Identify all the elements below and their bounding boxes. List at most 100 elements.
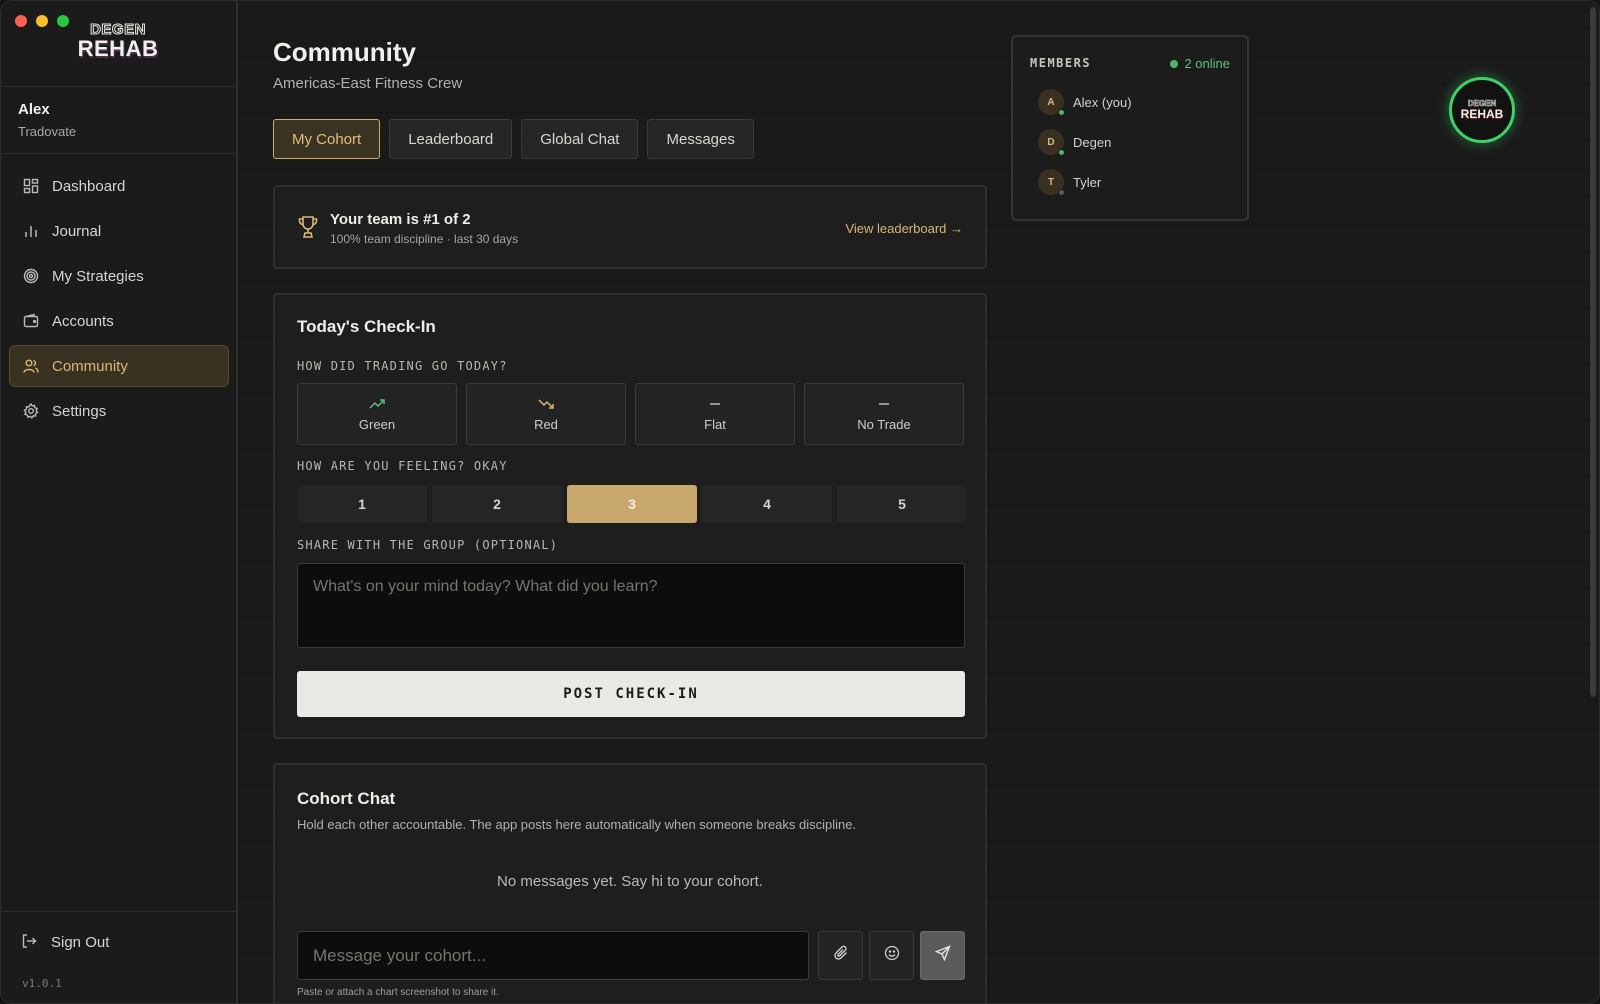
close-window-button[interactable]	[15, 15, 27, 27]
mood-option-2[interactable]: 2	[432, 485, 562, 523]
online-count: 2 online	[1170, 56, 1230, 71]
sidebar-item-accounts[interactable]: Accounts	[9, 300, 229, 342]
sidebar-item-label: Dashboard	[52, 177, 126, 195]
user-name: Alex	[18, 101, 50, 118]
member-name: Degen	[1073, 134, 1112, 150]
trading-question-label: HOW DID TRADING GO TODAY?	[297, 359, 508, 373]
avatar: D	[1038, 129, 1065, 156]
avatar: A	[1038, 89, 1065, 116]
trading-outcome-options: Green Red Flat No Trade	[297, 383, 964, 445]
sidebar-item-my-strategies[interactable]: My Strategies	[9, 255, 229, 297]
trending-up-icon	[369, 397, 385, 411]
minus-icon	[709, 397, 721, 411]
sign-out-icon	[21, 933, 39, 951]
trending-down-icon	[538, 397, 554, 411]
members-panel: MEMBERS 2 online A Alex (you) D Degen T …	[1011, 35, 1249, 221]
member-item[interactable]: T Tyler	[1038, 169, 1102, 196]
mood-option-4[interactable]: 4	[702, 485, 832, 523]
tab-global-chat[interactable]: Global Chat	[521, 119, 639, 159]
sidebar-divider	[1, 153, 236, 154]
outcome-label: Flat	[704, 416, 726, 432]
smiley-icon	[884, 945, 900, 966]
sidebar-item-journal[interactable]: Journal	[9, 210, 229, 252]
member-name: Alex (you)	[1073, 94, 1132, 110]
member-item[interactable]: D Degen	[1038, 129, 1112, 156]
chat-empty-state: No messages yet. Say hi to your cohort.	[497, 873, 763, 890]
mood-rating-options: 1 2 3 4 5	[297, 485, 967, 523]
tab-leaderboard[interactable]: Leaderboard	[389, 119, 513, 159]
outcome-red-button[interactable]: Red	[466, 383, 626, 445]
app-version: v1.0.1	[22, 977, 62, 990]
sign-out-button[interactable]: Sign Out	[21, 933, 109, 951]
floating-logo-button[interactable]: DEGEN REHAB	[1449, 77, 1515, 143]
attach-button[interactable]	[818, 931, 863, 980]
online-count-text: 2 online	[1184, 56, 1230, 71]
checkin-title: Today's Check-In	[297, 317, 436, 336]
sidebar-item-label: Community	[52, 357, 128, 375]
trophy-icon	[297, 215, 319, 239]
outcome-no-trade-button[interactable]: No Trade	[804, 383, 964, 445]
sidebar-item-settings[interactable]: Settings	[9, 390, 229, 432]
badge-line-2: REHAB	[1460, 107, 1504, 121]
outcome-label: No Trade	[857, 416, 911, 432]
sidebar-divider	[1, 86, 236, 87]
dashboard-icon	[22, 177, 40, 195]
avatar: T	[1038, 169, 1065, 196]
app-window: DEGEN REHAB Alex Tradovate Dashboard Jou…	[0, 0, 1600, 1004]
status-online-dot	[1058, 109, 1065, 116]
sidebar-item-community[interactable]: Community	[9, 345, 229, 387]
post-checkin-button[interactable]: POST CHECK-IN	[297, 671, 965, 717]
emoji-button[interactable]	[869, 931, 914, 980]
team-rank-subtitle: 100% team discipline · last 30 days	[330, 232, 519, 246]
sidebar-nav: Dashboard Journal My Strategies Accounts	[9, 165, 229, 435]
cohort-chat-card: Cohort Chat Hold each other accountable.…	[273, 763, 987, 1003]
send-message-button[interactable]	[920, 931, 965, 980]
main-scrollbar[interactable]	[1590, 7, 1596, 697]
outcome-label: Green	[358, 416, 396, 432]
outcome-flat-button[interactable]: Flat	[635, 383, 795, 445]
community-tabs: My Cohort Leaderboard Global Chat Messag…	[273, 119, 754, 159]
chat-message-input[interactable]	[297, 931, 809, 980]
feeling-question-label: HOW ARE YOU FEELING? OKAY	[297, 459, 508, 473]
minimize-window-button[interactable]	[36, 15, 48, 27]
paperclip-icon	[833, 945, 849, 966]
logo-line-2: REHAB	[77, 36, 159, 61]
maximize-window-button[interactable]	[57, 15, 69, 27]
user-broker: Tradovate	[18, 124, 77, 139]
mood-option-1[interactable]: 1	[297, 485, 427, 523]
sidebar: DEGEN REHAB Alex Tradovate Dashboard Jou…	[1, 1, 238, 1003]
gear-icon	[22, 402, 40, 420]
avatar-initial: D	[1047, 136, 1055, 148]
minus-icon	[878, 397, 890, 411]
view-leaderboard-link[interactable]: View leaderboard →	[845, 221, 963, 236]
mood-option-5[interactable]: 5	[837, 485, 967, 523]
bar-chart-icon	[22, 222, 40, 240]
avatar-initial: A	[1047, 96, 1055, 108]
app-logo: DEGEN REHAB	[73, 21, 163, 65]
sidebar-item-label: Accounts	[52, 312, 114, 330]
outcome-green-button[interactable]: Green	[297, 383, 457, 445]
wallet-icon	[22, 312, 40, 330]
sidebar-item-label: Settings	[52, 402, 107, 420]
sidebar-divider	[1, 911, 236, 912]
tab-my-cohort[interactable]: My Cohort	[273, 119, 381, 159]
chat-title: Cohort Chat	[297, 789, 396, 808]
share-label: SHARE WITH THE GROUP (OPTIONAL)	[297, 538, 559, 552]
team-rank-title: Your team is #1 of 2	[330, 211, 471, 228]
members-heading: MEMBERS	[1030, 56, 1092, 70]
chat-description: Hold each other accountable. The app pos…	[297, 817, 857, 832]
member-name: Tyler	[1073, 174, 1102, 190]
tab-messages[interactable]: Messages	[647, 119, 754, 159]
outcome-label: Red	[534, 416, 558, 432]
share-textarea[interactable]	[297, 563, 965, 648]
mood-option-3[interactable]: 3	[567, 485, 697, 523]
status-online-dot	[1058, 149, 1065, 156]
team-rank-banner: Your team is #1 of 2 100% team disciplin…	[273, 185, 987, 269]
sidebar-item-dashboard[interactable]: Dashboard	[9, 165, 229, 207]
member-item[interactable]: A Alex (you)	[1038, 89, 1132, 116]
send-icon	[934, 945, 951, 966]
users-icon	[22, 357, 40, 375]
sidebar-item-label: My Strategies	[52, 267, 144, 285]
sign-out-label: Sign Out	[51, 933, 110, 951]
chat-hint: Paste or attach a chart screenshot to sh…	[297, 987, 499, 998]
